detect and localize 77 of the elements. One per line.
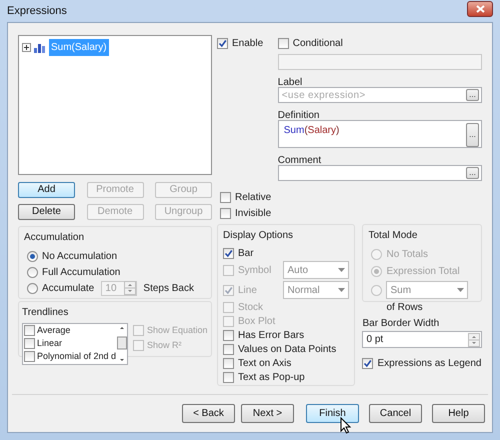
checkbox-label: Show R² (147, 338, 182, 352)
comment-field[interactable]: ... (278, 165, 482, 181)
radio-label: Full Accumulation (42, 266, 120, 280)
radio-button[interactable] (27, 250, 38, 262)
caret-icon (457, 288, 464, 292)
group-title: Display Options (223, 229, 294, 243)
dialog-button[interactable]: < Back (182, 404, 235, 423)
checkbox-label: Show Equation (147, 324, 208, 337)
caret-icon (338, 268, 346, 272)
checkbox-label: Values on Data Points (238, 342, 336, 356)
radio-button[interactable] (27, 282, 38, 294)
bar-chart-icon (33, 42, 47, 52)
field-label: Label (278, 76, 304, 87)
checkbox-label: Box Plot (238, 314, 276, 328)
checkbox[interactable] (24, 325, 35, 336)
checkbox-label: Expressions as Legend (377, 357, 482, 371)
checkbox[interactable] (223, 248, 234, 258)
checkbox[interactable] (217, 38, 228, 49)
checkbox-label: Stock (238, 300, 264, 314)
checkbox-label: Bar (238, 246, 254, 260)
dialog-button[interactable]: Help (432, 404, 485, 423)
dialog-button[interactable]: Delete (18, 204, 75, 220)
group-title: Total Mode (368, 229, 418, 243)
ellipsis-button[interactable]: ... (466, 123, 479, 147)
radio-label: No Accumulation (42, 250, 118, 264)
checkbox-label: Linear (37, 336, 62, 350)
scrollbar[interactable] (117, 324, 127, 364)
condition-field[interactable] (278, 54, 482, 70)
dialog-button[interactable]: Add (18, 182, 75, 198)
checkbox-label: Average (37, 324, 70, 337)
checkbox-label: Text on Axis (238, 356, 292, 370)
label-field[interactable]: <use expression> ... (278, 87, 482, 103)
spin-button[interactable] (124, 281, 136, 295)
close-button[interactable] (467, 1, 493, 17)
ellipsis-button[interactable]: ... (466, 89, 479, 101)
checkbox-label: Text as Pop-up (238, 370, 305, 384)
rows-label: of Rows (386, 302, 423, 313)
radio-button[interactable] (27, 266, 38, 278)
field-label: Bar Border Width (362, 317, 440, 328)
radio-label: Accumulate (42, 282, 94, 296)
checkbox[interactable] (223, 330, 234, 340)
checkbox-label: Conditional (292, 37, 343, 51)
checkbox[interactable] (278, 38, 289, 49)
checkbox[interactable] (362, 358, 374, 369)
spin-button[interactable] (468, 332, 480, 346)
group-title: Trendlines (22, 306, 70, 320)
caret-icon (338, 288, 346, 292)
field-label: Definition (278, 109, 320, 120)
field-label: Comment (278, 154, 322, 165)
checkbox[interactable] (24, 338, 35, 349)
radio-label: No Totals (386, 248, 428, 262)
expand-toggle-icon[interactable] (22, 43, 31, 52)
checkbox[interactable] (220, 192, 231, 202)
checkbox[interactable] (223, 344, 234, 354)
checkbox-label: Symbol (238, 264, 272, 278)
checkbox[interactable] (223, 372, 234, 382)
ellipsis-button[interactable]: ... (466, 167, 479, 179)
checkbox-label: Enable (232, 37, 264, 51)
checkbox[interactable] (24, 351, 35, 362)
dialog-button[interactable]: Cancel (369, 404, 422, 423)
definition-field[interactable]: Sum(Salary) ... (278, 120, 482, 148)
dialog-button[interactable]: Finish (306, 404, 359, 423)
dialog-button[interactable]: Next > (241, 404, 294, 423)
steps-label: Steps Back (143, 282, 194, 296)
group-title: Accumulation (24, 231, 86, 245)
mouse-cursor-icon (340, 417, 352, 434)
checkbox[interactable] (220, 208, 231, 218)
checkbox-label: Has Error Bars (238, 328, 304, 342)
radio-label: Expression Total (386, 265, 460, 279)
checkbox[interactable] (223, 358, 234, 368)
close-icon (476, 5, 484, 13)
checkbox-label: Line (238, 284, 257, 298)
checkbox-label: Invisible (235, 206, 272, 220)
window-title: Expressions (7, 4, 67, 19)
bar-border-width-field[interactable]: 0 pt (362, 331, 482, 348)
checkbox-label: Polynomial of 2nd d (37, 350, 116, 363)
checkbox-label: Relative (235, 190, 272, 204)
